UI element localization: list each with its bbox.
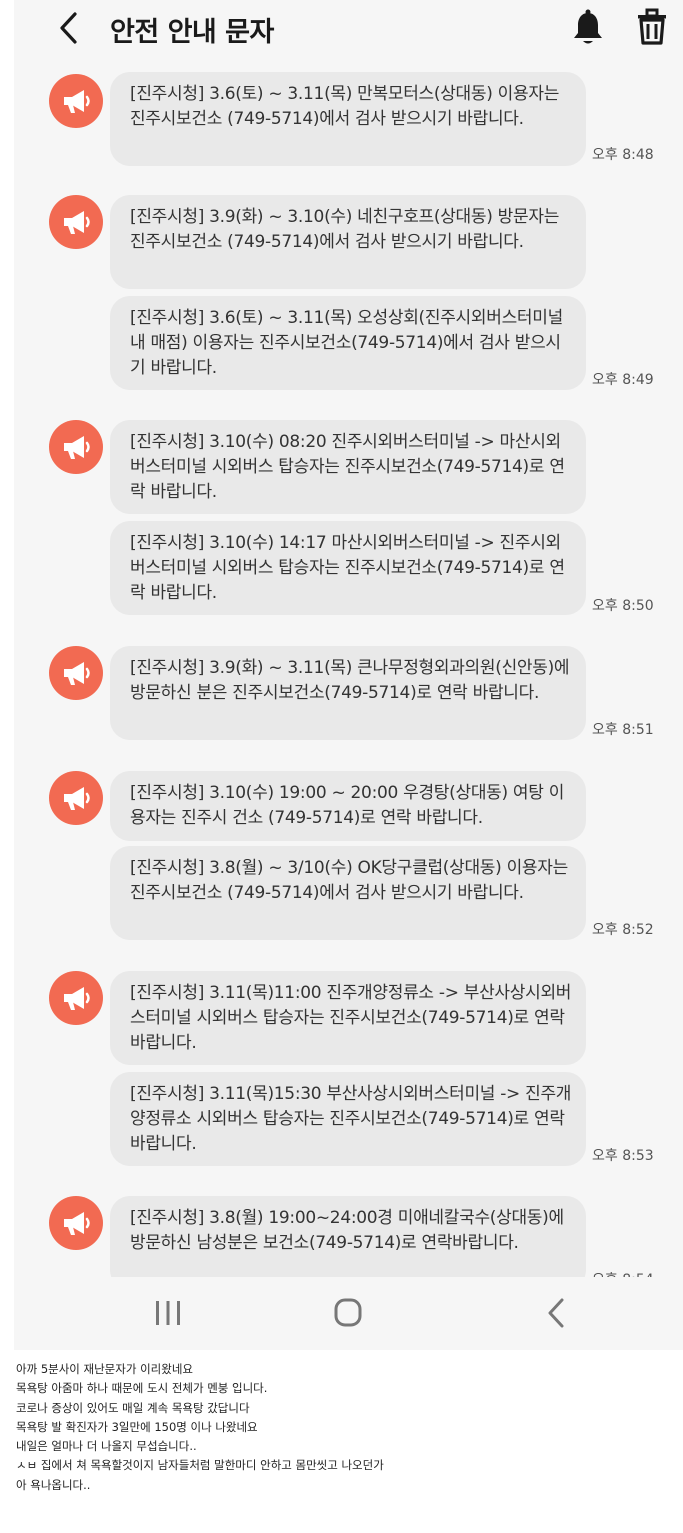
message-time: 오후 8:50: [592, 598, 654, 614]
message-bubble[interactable]: [진주시청] 3.11(목)15:30 부산사상시외버스터미널 -> 진주개양정…: [110, 1072, 586, 1166]
sender-avatar: [49, 771, 103, 825]
notification-button[interactable]: [570, 8, 606, 48]
megaphone-icon: [64, 662, 90, 685]
message-bubble[interactable]: [진주시청] 3.8(월) ~ 3/10(수) OK당구클럽(상대동) 이용자는…: [110, 846, 586, 940]
caption-line: 코로나 증상이 있어도 매일 계속 목욕탕 갔답니다: [16, 1400, 250, 1415]
recent-apps-icon: [156, 1301, 180, 1325]
message-bubble[interactable]: [진주시청] 3.11(목)11:00 진주개양정류소 -> 부산사상시외버스터…: [110, 971, 586, 1065]
navigation-bar: [14, 1277, 683, 1350]
message-bubble[interactable]: [진주시청] 3.10(수) 19:00 ~ 20:00 우경탕(상대동) 여탕…: [110, 771, 586, 841]
message-bubble[interactable]: [진주시청] 3.10(수) 08:20 진주시외버스터미널 -> 마산시외버스…: [110, 420, 586, 514]
recent-apps-button[interactable]: [144, 1291, 192, 1335]
app-header: 안전 안내 문자: [14, 0, 683, 62]
caption-line: 내일은 얼마나 더 나올지 무섭습니다..: [16, 1439, 197, 1454]
message-time: 오후 8:49: [592, 372, 654, 388]
chevron-left-icon: [60, 12, 77, 44]
sender-avatar: [49, 646, 103, 700]
bell-icon: [574, 9, 602, 44]
message-bubble[interactable]: [진주시청] 3.8(월) 19:00~24:00경 미애네칼국수(상대동)에 …: [110, 1196, 586, 1277]
message-time: 오후 8:53: [592, 1148, 654, 1164]
caption-line: 아까 5분사이 재난문자가 이리왔네요: [16, 1362, 193, 1376]
back-button[interactable]: [50, 8, 90, 48]
caption-line: 아 욕나옵니다..: [16, 1477, 91, 1492]
home-button[interactable]: [324, 1291, 372, 1335]
sender-avatar: [49, 420, 103, 474]
back-icon: [548, 1298, 564, 1328]
message-bubble[interactable]: [진주시청] 3.9(화) ~ 3.10(수) 네친구호프(상대동) 방문자는 …: [110, 195, 586, 289]
sender-avatar: [49, 74, 103, 128]
message-time: 오후 8:52: [592, 922, 654, 938]
delete-button[interactable]: [634, 7, 670, 47]
page-title: 안전 안내 문자: [110, 17, 274, 48]
megaphone-icon: [64, 987, 90, 1010]
phone-screen: 안전 안내 문자 [진주시청] 3.6(토) ~ 3.11(목) 만복모터스(상…: [14, 0, 683, 1350]
message-bubble[interactable]: [진주시청] 3.6(토) ~ 3.11(목) 오성상회(진주시외버스터미널 내…: [110, 296, 586, 390]
megaphone-icon: [64, 436, 90, 459]
home-icon: [334, 1298, 362, 1327]
megaphone-icon: [64, 787, 90, 810]
sender-avatar: [49, 195, 103, 249]
message-list[interactable]: [진주시청] 3.6(토) ~ 3.11(목) 만복모터스(상대동) 이용자는 …: [14, 62, 683, 1277]
caption-line: 목욕탕 발 확진자가 3일만에 150명 이나 나왔네요: [16, 1419, 258, 1434]
message-bubble[interactable]: [진주시청] 3.9(화) ~ 3.11(목) 큰나무정형외과의원(신안동)에 …: [110, 646, 586, 740]
megaphone-icon: [64, 211, 90, 234]
post-caption: 아까 5분사이 재난문자가 이리왔네요 목욕탕 아줌마 하나 때문에 도시 전체…: [16, 1360, 666, 1495]
nav-back-button[interactable]: [532, 1291, 580, 1335]
sender-avatar: [49, 971, 103, 1025]
megaphone-icon: [64, 1212, 90, 1235]
caption-line: 목욕탕 아줌마 하나 때문에 도시 전체가 멘붕 입니다.: [16, 1381, 268, 1396]
message-time: 오후 8:51: [592, 722, 654, 738]
megaphone-icon: [64, 90, 90, 113]
message-time: 오후 8:54: [592, 1269, 654, 1277]
caption-line: ㅅㅂ 집에서 쳐 목욕할것이지 남자들처럼 말한마디 안하고 몸만씻고 나오던가: [16, 1458, 384, 1473]
trash-icon: [638, 8, 666, 45]
message-bubble[interactable]: [진주시청] 3.6(토) ~ 3.11(목) 만복모터스(상대동) 이용자는 …: [110, 72, 586, 166]
sender-avatar: [49, 1196, 103, 1250]
message-bubble[interactable]: [진주시청] 3.10(수) 14:17 마산시외버스터미널 -> 진주시외버스…: [110, 521, 586, 615]
message-time: 오후 8:48: [592, 147, 654, 163]
